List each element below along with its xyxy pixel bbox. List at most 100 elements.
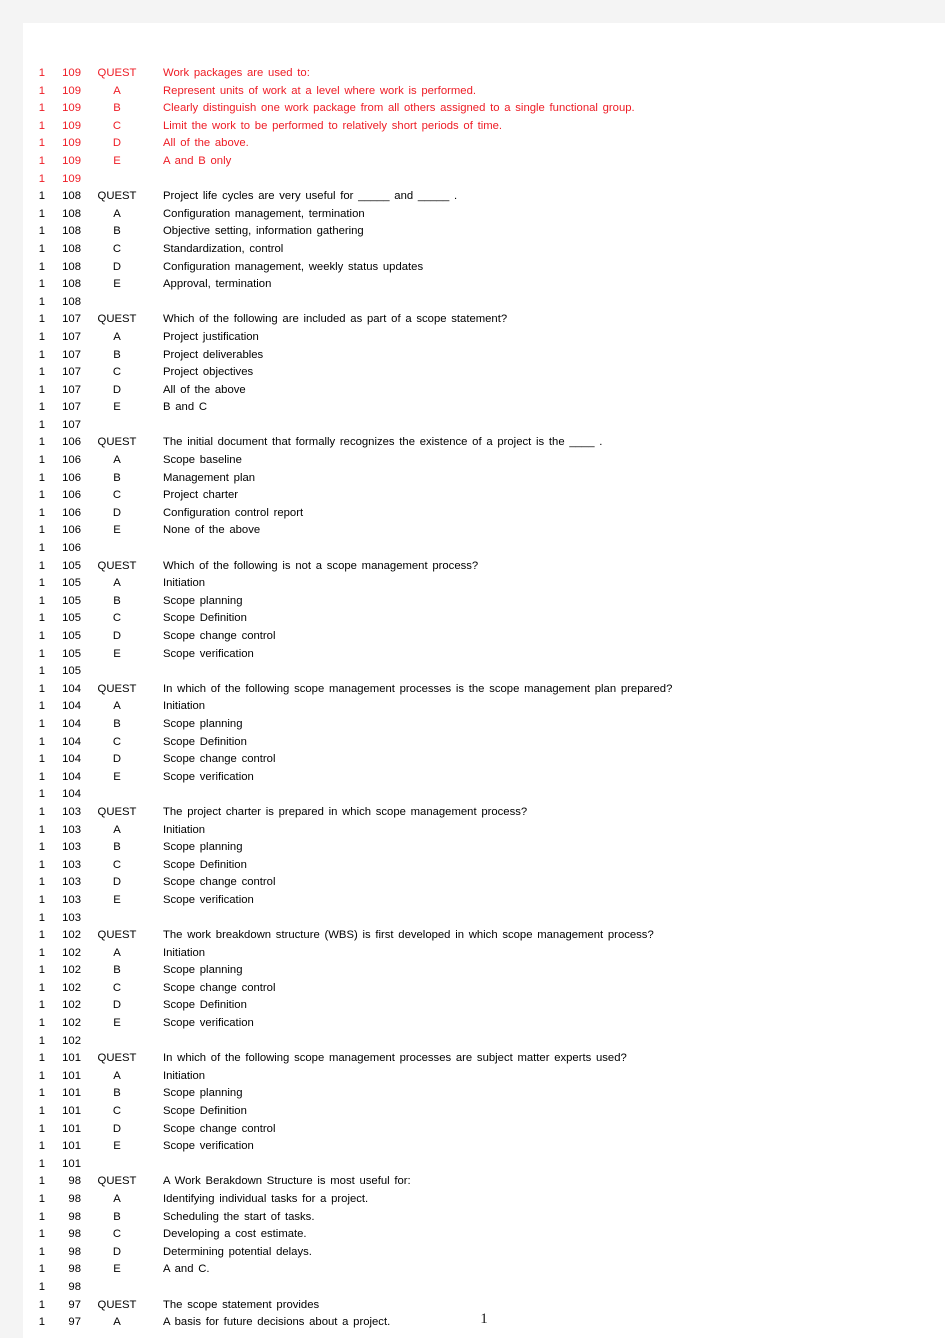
table-row: 1 102 D Scope Definition xyxy=(23,997,945,1015)
table-row: 1 106 E None of the above xyxy=(23,522,945,540)
row-key: B xyxy=(113,1210,121,1223)
row-question-number: 101 xyxy=(62,1122,81,1135)
row-key: D xyxy=(112,753,122,766)
table-row: 1 109 QUEST Work packages are used to: xyxy=(23,65,945,83)
table-row: 1 104 C Scope Definition xyxy=(23,734,945,752)
row-section: 1 xyxy=(38,1245,45,1258)
row-section: 1 xyxy=(38,471,45,484)
row-text: The project charter is prepared in which… xyxy=(163,805,528,818)
row-section: 1 xyxy=(38,489,45,502)
row-key: A xyxy=(113,84,121,97)
row-section: 1 xyxy=(38,154,45,167)
table-row: 1 106 B Management plan xyxy=(23,470,945,488)
row-key: A xyxy=(113,207,121,220)
row-key: D xyxy=(112,506,122,519)
row-section: 1 xyxy=(38,1087,45,1100)
row-text: Determining potential delays. xyxy=(163,1245,312,1258)
table-row: 1 109 D All of the above. xyxy=(23,135,945,153)
table-row: 1 102 xyxy=(23,1033,945,1051)
row-text: Scope Definition xyxy=(163,612,247,625)
row-text: Scope verification xyxy=(163,893,254,906)
table-row: 1 98 QUEST A Work Berakdown Structure is mo… xyxy=(23,1173,945,1191)
row-question-number: 103 xyxy=(62,823,81,836)
row-section: 1 xyxy=(38,788,45,801)
row-question-number: 101 xyxy=(62,1052,81,1065)
row-section: 1 xyxy=(38,559,45,572)
table-row: 1 109 C Limit the work to be performed to r… xyxy=(23,118,945,136)
row-question-number: 103 xyxy=(62,893,81,906)
row-question-number: 108 xyxy=(62,260,81,273)
row-text: Scope verification xyxy=(163,1140,254,1153)
row-text: Scope Definition xyxy=(163,735,247,748)
row-section: 1 xyxy=(38,1017,45,1030)
table-row: 1 101 D Scope change control xyxy=(23,1121,945,1139)
row-key: A xyxy=(113,1193,121,1205)
row-text: Scope change control xyxy=(163,876,276,889)
row-text: Scope change control xyxy=(163,630,276,642)
row-section: 1 xyxy=(38,1034,45,1047)
row-question-number: 106 xyxy=(62,436,81,449)
row-text: Initiation xyxy=(163,700,206,713)
question-list: 1 109 QUEST Work packages are used to: 1 109 A… xyxy=(23,65,945,1332)
row-key: B xyxy=(113,102,121,115)
row-key: B xyxy=(113,717,121,730)
row-key: B xyxy=(113,841,121,854)
row-section: 1 xyxy=(38,805,45,818)
table-row: 1 106 xyxy=(23,540,945,558)
row-question-number: 107 xyxy=(62,383,81,396)
row-section: 1 xyxy=(38,524,45,537)
row-key: D xyxy=(112,1122,122,1135)
table-row: 1 102 E Scope verification xyxy=(23,1015,945,1033)
row-section: 1 xyxy=(38,278,45,291)
row-section: 1 xyxy=(38,1228,45,1241)
row-section: 1 xyxy=(38,1210,45,1223)
row-question-number: 101 xyxy=(62,1140,81,1153)
row-text: A Work Berakdown Structure is most usefu… xyxy=(163,1175,411,1188)
row-text: Clearly distinguish one work package fro… xyxy=(163,102,635,115)
row-key: QUEST xyxy=(97,313,137,326)
row-text: Configuration control report xyxy=(163,506,304,519)
row-question-number: 102 xyxy=(62,981,81,994)
row-question-number: 104 xyxy=(62,735,81,748)
row-text: Project objectives xyxy=(163,366,254,379)
row-question-number: 106 xyxy=(62,506,81,519)
row-question-number: 103 xyxy=(62,805,81,818)
row-question-number: 98 xyxy=(68,1210,81,1223)
row-section: 1 xyxy=(38,735,45,748)
row-text: Standardization, control xyxy=(163,242,284,255)
table-row: 1 108 E Approval, termination xyxy=(23,276,945,294)
row-text: The initial document that formally recog… xyxy=(163,436,603,449)
row-text: Scheduling the start of tasks. xyxy=(163,1210,315,1223)
row-question-number: 105 xyxy=(62,630,81,642)
table-row: 1 101 B Scope planning xyxy=(23,1085,945,1103)
table-row: 1 105 xyxy=(23,663,945,681)
row-text: Which of the following are included as p… xyxy=(163,313,508,326)
row-question-number: 109 xyxy=(62,119,81,132)
table-row: 1 104 QUEST In which of the following scope… xyxy=(23,681,945,699)
row-question-number: 106 xyxy=(62,489,81,502)
row-key: C xyxy=(112,242,122,255)
table-row: 1 103 D Scope change control xyxy=(23,874,945,892)
row-question-number: 105 xyxy=(62,612,81,625)
row-text: Scope planning xyxy=(163,1087,243,1100)
row-section: 1 xyxy=(38,295,45,308)
row-section: 1 xyxy=(38,1280,45,1293)
row-section: 1 xyxy=(38,1122,45,1135)
row-section: 1 xyxy=(38,753,45,766)
row-text: A and B only xyxy=(163,154,232,167)
table-row: 1 106 A Scope baseline xyxy=(23,452,945,470)
row-section: 1 xyxy=(38,506,45,519)
row-question-number: 104 xyxy=(62,753,81,766)
row-question-number: 108 xyxy=(62,225,81,238)
table-row: 1 109 xyxy=(23,171,945,189)
row-question-number: 104 xyxy=(62,700,81,713)
row-text: Scope planning xyxy=(163,964,243,977)
row-section: 1 xyxy=(38,436,45,449)
row-section: 1 xyxy=(38,454,45,467)
row-section: 1 xyxy=(38,594,45,607)
table-row: 1 107 QUEST Which of the following are incl… xyxy=(23,311,945,329)
row-section: 1 xyxy=(38,1263,45,1276)
row-text: Initiation xyxy=(163,1069,206,1082)
row-text: In which of the following scope manageme… xyxy=(163,1052,627,1065)
row-text: All of the above xyxy=(163,383,246,396)
